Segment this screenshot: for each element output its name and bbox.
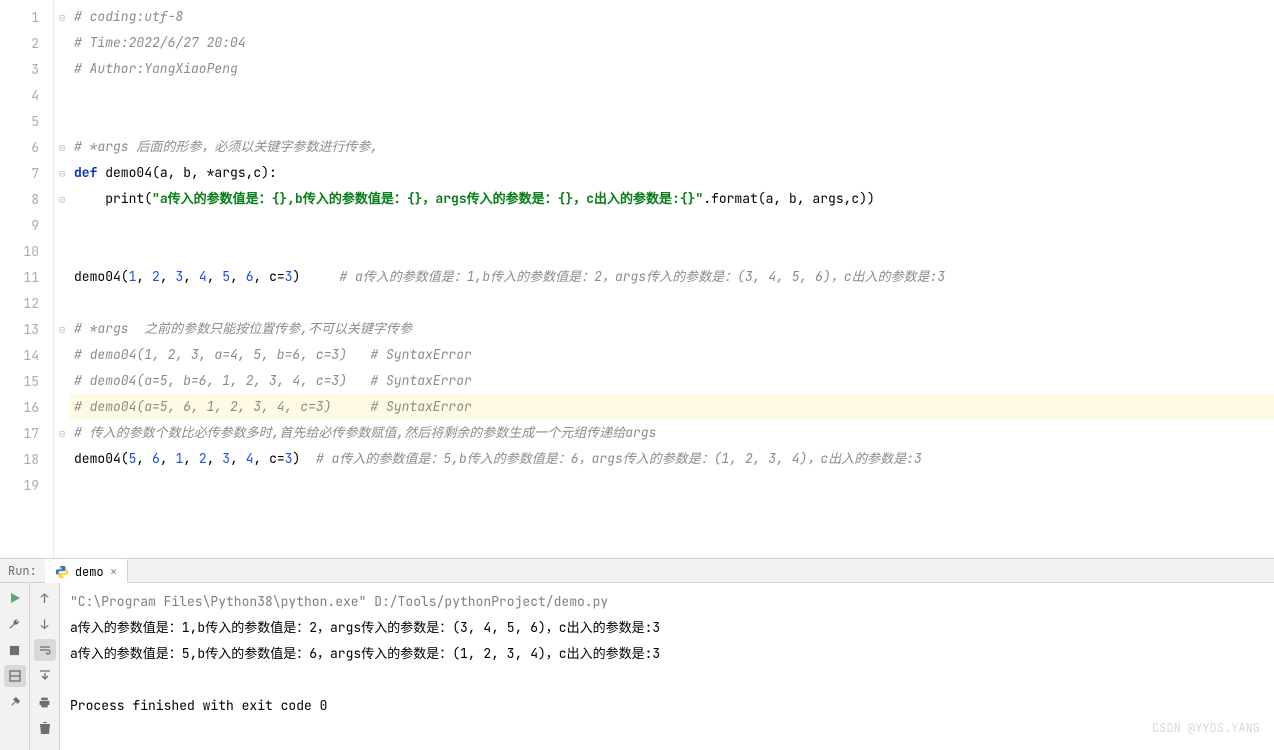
fold-marker[interactable]: ⊟	[54, 186, 70, 212]
fold-marker	[54, 264, 70, 290]
pin-button[interactable]	[4, 691, 26, 713]
line-number[interactable]: 12	[0, 290, 53, 316]
line-number[interactable]: 6	[0, 134, 53, 160]
line-number[interactable]: 8	[0, 186, 53, 212]
code-line[interactable]	[70, 108, 1274, 134]
fold-marker	[54, 394, 70, 420]
run-header: Run: demo ×	[0, 559, 1274, 583]
run-left-toolbar	[0, 583, 30, 750]
line-number[interactable]: 10	[0, 238, 53, 264]
fold-column[interactable]: ⊟⊟⊟⊟⊟⊟	[54, 0, 70, 558]
fold-marker	[54, 290, 70, 316]
code-line[interactable]	[70, 472, 1274, 498]
fold-marker	[54, 368, 70, 394]
code-line[interactable]: print("a传入的参数值是：{},b传入的参数值是：{}，args传入的参数…	[70, 186, 1274, 212]
line-number[interactable]: 7	[0, 160, 53, 186]
console-line: a传入的参数值是：5,b传入的参数值是：6，args传入的参数是：(1, 2, …	[70, 641, 1264, 667]
code-line[interactable]: # demo04(a=5, 6, 1, 2, 3, 4, c=3) # Synt…	[70, 394, 1274, 420]
fold-marker	[54, 342, 70, 368]
line-number[interactable]: 17	[0, 420, 53, 446]
code-line[interactable]	[70, 290, 1274, 316]
close-icon[interactable]: ×	[110, 563, 118, 580]
code-line[interactable]: # Time:2022/6/27 20:04	[70, 30, 1274, 56]
line-number[interactable]: 15	[0, 368, 53, 394]
line-number[interactable]: 2	[0, 30, 53, 56]
code-line[interactable]	[70, 82, 1274, 108]
fold-marker	[54, 446, 70, 472]
code-line[interactable]: # demo04(a=5, b=6, 1, 2, 3, 4, c=3) # Sy…	[70, 368, 1274, 394]
line-number[interactable]: 1	[0, 4, 53, 30]
scroll-to-end-button[interactable]	[34, 665, 56, 687]
print-button[interactable]	[34, 691, 56, 713]
fold-marker	[54, 82, 70, 108]
run-tab[interactable]: demo ×	[45, 559, 129, 583]
run-body: ↑ ↓ "C:\Program Files\Python38\python.ex…	[0, 583, 1274, 750]
console-output[interactable]: "C:\Program Files\Python38\python.exe" D…	[60, 583, 1274, 750]
editor-pane: 12345678910111213141516171819 ⊟⊟⊟⊟⊟⊟ # c…	[0, 0, 1274, 558]
code-line[interactable]: # demo04(1, 2, 3, a=4, 5, b=6, c=3) # Sy…	[70, 342, 1274, 368]
fold-marker	[54, 238, 70, 264]
line-number[interactable]: 3	[0, 56, 53, 82]
fold-marker[interactable]: ⊟	[54, 316, 70, 342]
wrench-icon[interactable]	[4, 613, 26, 635]
code-line[interactable]: # *args 之前的参数只能按位置传参,不可以关键字传参	[70, 316, 1274, 342]
code-area[interactable]: # coding:utf-8# Time:2022/6/27 20:04# Au…	[70, 0, 1274, 558]
code-line[interactable]: # Author:YangXiaoPeng	[70, 56, 1274, 82]
fold-marker	[54, 30, 70, 56]
line-number[interactable]: 9	[0, 212, 53, 238]
fold-marker[interactable]: ⊟	[54, 134, 70, 160]
ide-root: 12345678910111213141516171819 ⊟⊟⊟⊟⊟⊟ # c…	[0, 0, 1274, 750]
code-line[interactable]: def demo04(a, b, *args,c):	[70, 160, 1274, 186]
soft-wrap-button[interactable]	[34, 639, 56, 661]
line-number[interactable]: 16	[0, 394, 53, 420]
fold-marker[interactable]: ⊟	[54, 4, 70, 30]
fold-marker	[54, 212, 70, 238]
fold-marker[interactable]: ⊟	[54, 160, 70, 186]
up-arrow-icon[interactable]: ↑	[34, 587, 56, 609]
run-tab-label: demo	[75, 564, 104, 580]
run-label: Run:	[0, 563, 45, 579]
code-line[interactable]: # 传入的参数个数比必传参数多时,首先给必传参数赋值,然后将剩余的参数生成一个元…	[70, 420, 1274, 446]
fold-marker[interactable]: ⊟	[54, 420, 70, 446]
code-line[interactable]	[70, 238, 1274, 264]
line-number[interactable]: 4	[0, 82, 53, 108]
down-arrow-icon[interactable]: ↓	[34, 613, 56, 635]
line-number[interactable]: 14	[0, 342, 53, 368]
line-number[interactable]: 19	[0, 472, 53, 498]
python-file-icon	[55, 565, 69, 579]
console-command: "C:\Program Files\Python38\python.exe" D…	[70, 589, 1264, 615]
code-line[interactable]: # *args 后面的形参，必须以关键字参数进行传参,	[70, 134, 1274, 160]
fold-marker	[54, 56, 70, 82]
line-number-gutter[interactable]: 12345678910111213141516171819	[0, 0, 54, 558]
console-line: Process finished with exit code 0	[70, 693, 1264, 719]
trash-button[interactable]	[34, 717, 56, 739]
code-line[interactable]	[70, 212, 1274, 238]
code-line[interactable]: demo04(1, 2, 3, 4, 5, 6, c=3) # a传入的参数值是…	[70, 264, 1274, 290]
rerun-button[interactable]	[4, 587, 26, 609]
console-line: a传入的参数值是：1,b传入的参数值是：2，args传入的参数是：(3, 4, …	[70, 615, 1264, 641]
line-number[interactable]: 5	[0, 108, 53, 134]
line-number[interactable]: 18	[0, 446, 53, 472]
fold-marker	[54, 108, 70, 134]
code-line[interactable]: # coding:utf-8	[70, 4, 1274, 30]
run-inner-toolbar: ↑ ↓	[30, 583, 60, 750]
line-number[interactable]: 11	[0, 264, 53, 290]
run-panel: Run: demo × ↑ ↓	[0, 558, 1274, 750]
code-line[interactable]: demo04(5, 6, 1, 2, 3, 4, c=3) # a传入的参数值是…	[70, 446, 1274, 472]
line-number[interactable]: 13	[0, 316, 53, 342]
console-line	[70, 667, 1264, 693]
layout-button[interactable]	[4, 665, 26, 687]
fold-marker	[54, 472, 70, 498]
stop-button[interactable]	[4, 639, 26, 661]
